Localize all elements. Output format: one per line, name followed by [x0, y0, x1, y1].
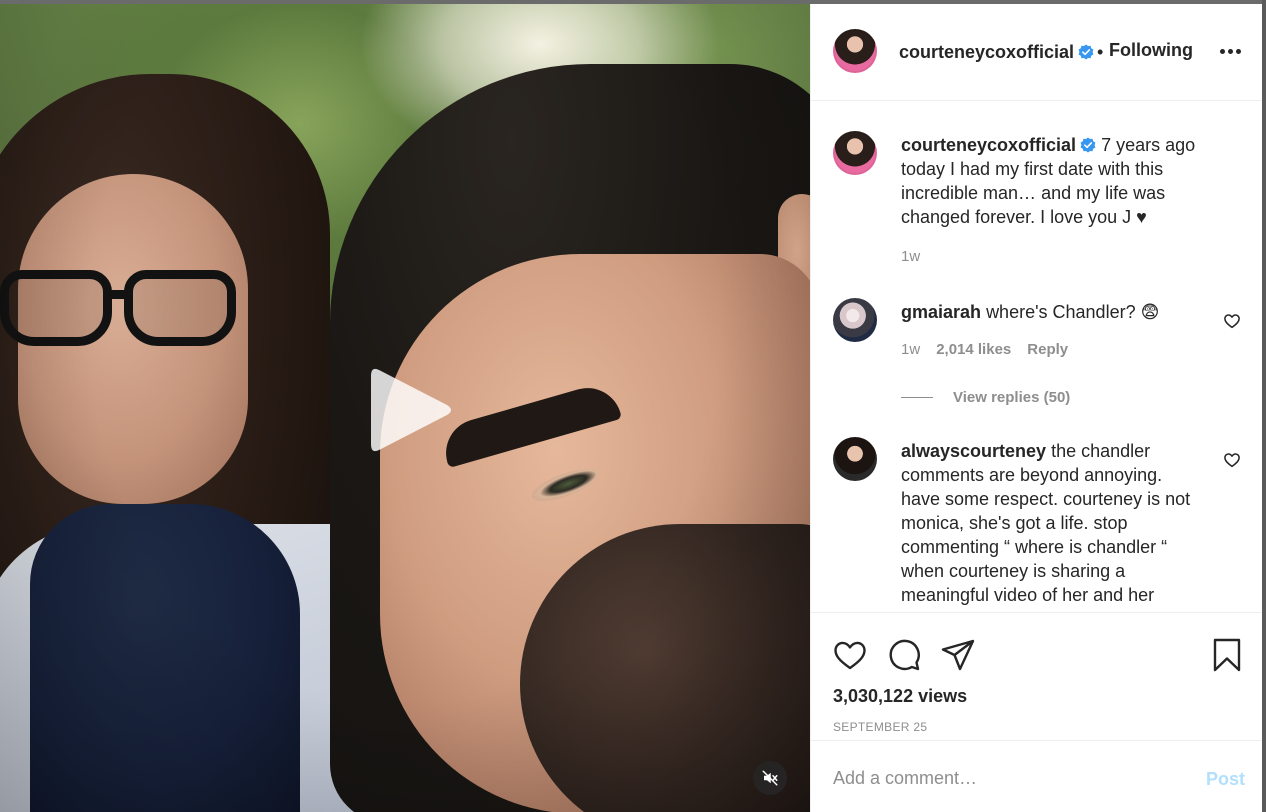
- comment-text: alwayscourteney the chandler comments ar…: [901, 439, 1191, 607]
- caption-text: courteneycoxofficial 7 years ago today I…: [901, 133, 1201, 229]
- avatar[interactable]: [833, 437, 877, 481]
- comment-bubble-icon[interactable]: [886, 637, 922, 673]
- view-replies-line: [901, 397, 933, 398]
- caption-author[interactable]: courteneycoxofficial: [901, 135, 1076, 155]
- paper-plane-icon[interactable]: [940, 637, 976, 673]
- speaker-muted-icon: [762, 770, 778, 786]
- comment-item: gmaiarah where's Chandler? 😨 1w 2,014 li…: [833, 298, 1243, 368]
- comment-time[interactable]: 1w: [901, 341, 920, 358]
- comment-body: the chandler comments are beyond annoyin…: [901, 441, 1191, 605]
- post-header: courteneycoxofficial • Following: [811, 4, 1263, 101]
- window-right-edge: [1262, 0, 1266, 812]
- comment-composer: Post: [811, 740, 1263, 812]
- author-username[interactable]: courteneycoxofficial: [899, 42, 1094, 63]
- reply-button[interactable]: Reply: [1027, 341, 1068, 358]
- comment-likes[interactable]: 2,014 likes: [936, 341, 1011, 358]
- comment-meta: 1w 2,014 likes Reply: [901, 341, 1068, 358]
- avatar[interactable]: [833, 29, 877, 73]
- caption-meta: 1w: [901, 248, 920, 265]
- comment-item: alwayscourteney the chandler comments ar…: [833, 437, 1243, 612]
- post-actions: 3,030,122 views SEPTEMBER 25: [811, 612, 1263, 740]
- mute-button[interactable]: [753, 761, 787, 795]
- comment-like-icon[interactable]: [1223, 451, 1243, 471]
- avatar[interactable]: [833, 298, 877, 342]
- comment-like-icon[interactable]: [1223, 312, 1243, 332]
- comment-text: gmaiarah where's Chandler? 😨: [901, 300, 1201, 324]
- post-video[interactable]: [0, 4, 810, 812]
- view-count[interactable]: 3,030,122 views: [833, 686, 967, 707]
- comment-author[interactable]: gmaiarah: [901, 302, 981, 322]
- avatar[interactable]: [833, 131, 877, 175]
- bookmark-icon[interactable]: [1209, 637, 1245, 673]
- caption-item: courteneycoxofficial 7 years ago today I…: [833, 131, 1243, 265]
- more-options-icon[interactable]: [1215, 40, 1245, 62]
- view-replies-button[interactable]: View replies (50): [901, 389, 1070, 406]
- heart-icon[interactable]: [832, 637, 868, 673]
- comment-input[interactable]: [833, 763, 1173, 793]
- author-username-text[interactable]: courteneycoxofficial: [899, 42, 1074, 62]
- following-button[interactable]: Following: [1109, 40, 1193, 61]
- comment-author[interactable]: alwayscourteney: [901, 441, 1046, 461]
- comment-body: where's Chandler? 😨: [986, 302, 1160, 322]
- verified-badge-icon: [1078, 44, 1094, 60]
- verified-badge-icon: [1080, 137, 1096, 153]
- play-icon[interactable]: [369, 364, 453, 456]
- caption-time[interactable]: 1w: [901, 248, 920, 265]
- post-date[interactable]: SEPTEMBER 25: [833, 720, 927, 734]
- separator-dot: •: [1097, 42, 1104, 62]
- view-replies-label[interactable]: View replies (50): [953, 389, 1070, 406]
- comments-list[interactable]: courteneycoxofficial 7 years ago today I…: [811, 102, 1263, 612]
- post-details-panel: courteneycoxofficial • Following courten…: [810, 4, 1263, 812]
- instagram-post-modal: courteneycoxofficial • Following courten…: [0, 0, 1266, 812]
- post-comment-button[interactable]: Post: [1206, 769, 1245, 790]
